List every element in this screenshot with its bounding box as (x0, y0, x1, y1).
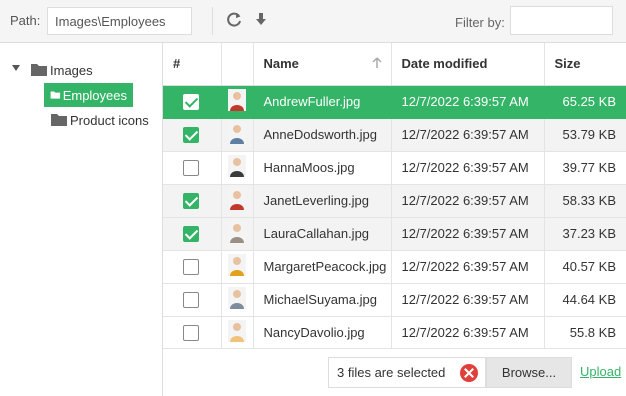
file-name: MichaelSuyama.jpg (253, 283, 392, 317)
folder-icon (50, 91, 61, 99)
file-size: 44.64 KB (544, 283, 626, 317)
file-table: # Name Date modified Size AndrewFuller.j… (163, 43, 626, 348)
thumbnail-cell (221, 250, 254, 284)
file-size: 40.57 KB (544, 250, 626, 284)
thumbnail-cell (221, 283, 254, 317)
column-header-name[interactable]: Name (253, 43, 392, 86)
table-row[interactable]: AndrewFuller.jpg 12/7/2022 6:39:57 AM 65.2… (163, 85, 626, 119)
toolbar-divider (212, 7, 213, 35)
folder-tree: Images Employees Product icons (0, 43, 163, 396)
employee-photo-thumbnail (227, 89, 246, 111)
toolbar: Path: Images\Employees Filter by: (0, 0, 626, 43)
tree-node-employees[interactable]: Employees (44, 83, 133, 107)
column-header-thumbnail (221, 43, 254, 86)
row-checkbox-cell (163, 250, 222, 284)
column-header-size[interactable]: Size (544, 43, 626, 86)
file-size: 55.8 KB (544, 316, 626, 348)
header-row: # Name Date modified Size (163, 43, 626, 86)
thumbnail-cell (221, 316, 254, 348)
refresh-icon (227, 12, 241, 27)
file-size: 58.33 KB (544, 184, 626, 218)
row-checkbox-cell (163, 85, 222, 119)
file-date-modified: 12/7/2022 6:39:57 AM (391, 250, 545, 284)
expand-arrow-icon[interactable] (11, 63, 21, 73)
upload-link[interactable]: Upload (580, 364, 621, 379)
file-date-modified: 12/7/2022 6:39:57 AM (391, 184, 545, 218)
download-icon (256, 13, 266, 25)
file-date-modified: 12/7/2022 6:39:57 AM (391, 85, 545, 119)
path-field[interactable]: Images\Employees (47, 7, 192, 35)
row-checkbox[interactable] (183, 324, 199, 341)
file-name: AndrewFuller.jpg (253, 85, 392, 119)
filter-input[interactable] (510, 6, 613, 35)
tree-node-label: Employees (62, 87, 127, 103)
path-label: Path: (10, 13, 41, 28)
table-row[interactable]: MargaretPeacock.jpg 12/7/2022 6:39:57 AM 4… (163, 250, 626, 284)
file-name: LauraCallahan.jpg (253, 217, 392, 251)
table-row[interactable]: NancyDavolio.jpg 12/7/2022 6:39:57 AM 55.8… (163, 316, 626, 348)
file-name: HannaMoos.jpg (253, 151, 392, 185)
file-size: 39.77 KB (544, 151, 626, 185)
file-date-modified: 12/7/2022 6:39:57 AM (391, 151, 545, 185)
table-row[interactable]: MichaelSuyama.jpg 12/7/2022 6:39:57 AM 44.… (163, 283, 626, 317)
employee-photo-thumbnail (227, 320, 246, 342)
table-row[interactable]: JanetLeverling.jpg 12/7/2022 6:39:57 AM 58… (163, 184, 626, 218)
employee-photo-thumbnail (227, 287, 246, 309)
row-checkbox[interactable] (183, 126, 199, 143)
row-checkbox[interactable] (183, 291, 199, 308)
thumbnail-cell (221, 217, 254, 251)
employee-photo-thumbnail (227, 155, 246, 177)
employee-photo-thumbnail (227, 188, 246, 210)
row-checkbox-cell (163, 118, 222, 152)
row-checkbox-cell (163, 316, 222, 348)
file-name: MargaretPeacock.jpg (253, 250, 392, 284)
download-button[interactable] (251, 10, 273, 32)
thumbnail-cell (221, 118, 254, 152)
file-size: 53.79 KB (544, 118, 626, 152)
column-header-label: Name (263, 56, 299, 72)
file-date-modified: 12/7/2022 6:39:57 AM (391, 283, 545, 317)
file-grid: # Name Date modified Size AndrewFuller.j… (163, 43, 626, 348)
folder-icon (31, 64, 47, 76)
row-checkbox-cell (163, 151, 222, 185)
thumbnail-cell (221, 151, 254, 185)
row-checkbox-cell (163, 283, 222, 317)
thumbnail-cell (221, 85, 254, 119)
file-name: JanetLeverling.jpg (253, 184, 392, 218)
table-row[interactable]: HannaMoos.jpg 12/7/2022 6:39:57 AM 39.77 K… (163, 151, 626, 185)
file-size: 37.23 KB (544, 217, 626, 251)
column-header-date[interactable]: Date modified (391, 43, 545, 86)
table-row[interactable]: LauraCallahan.jpg 12/7/2022 6:39:57 AM 37.… (163, 217, 626, 251)
column-header-select[interactable]: # (163, 43, 222, 86)
file-size: 65.25 KB (544, 85, 626, 119)
row-checkbox[interactable] (183, 258, 199, 275)
row-checkbox-cell (163, 217, 222, 251)
row-checkbox-cell (163, 184, 222, 218)
thumbnail-cell (221, 184, 254, 218)
folder-icon (51, 114, 67, 126)
tree-node-label: Product icons (70, 112, 149, 128)
file-date-modified: 12/7/2022 6:39:57 AM (391, 118, 545, 152)
tree-node-product-icons[interactable]: Product icons (50, 108, 149, 132)
employee-photo-thumbnail (227, 221, 246, 243)
row-checkbox[interactable] (183, 192, 199, 209)
row-checkbox[interactable] (183, 93, 199, 110)
row-checkbox[interactable] (183, 159, 199, 176)
browse-button[interactable]: Browse... (486, 357, 572, 388)
tree-node-label: Images (50, 62, 93, 78)
upload-bar: 3 files are selected Browse... Upload (163, 348, 626, 396)
sort-ascending-icon (371, 57, 382, 68)
filter-label: Filter by: (455, 15, 505, 30)
employee-photo-thumbnail (227, 254, 246, 276)
file-name: AnneDodsworth.jpg (253, 118, 392, 152)
tree-node-images[interactable]: Images (30, 58, 93, 82)
refresh-button[interactable] (224, 10, 246, 32)
file-name: NancyDavolio.jpg (253, 316, 392, 348)
file-date-modified: 12/7/2022 6:39:57 AM (391, 217, 545, 251)
row-checkbox[interactable] (183, 225, 199, 242)
clear-selection-icon[interactable] (460, 364, 478, 382)
table-row[interactable]: AnneDodsworth.jpg 12/7/2022 6:39:57 AM 53.… (163, 118, 626, 152)
employee-photo-thumbnail (227, 122, 246, 144)
file-date-modified: 12/7/2022 6:39:57 AM (391, 316, 545, 348)
